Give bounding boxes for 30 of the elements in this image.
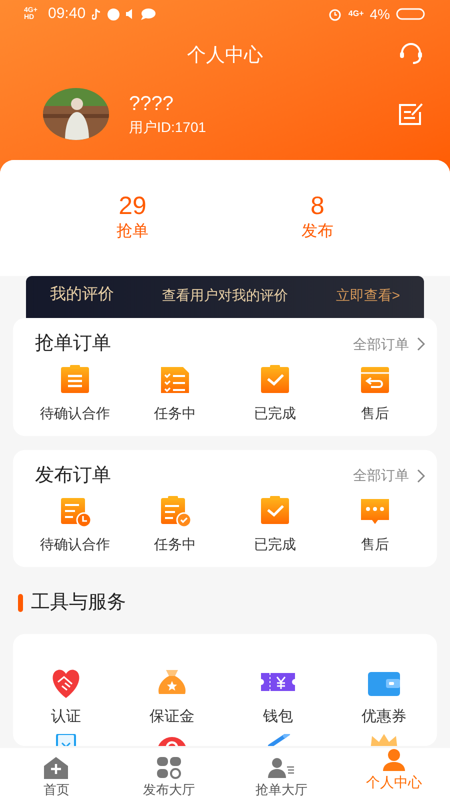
network-label: 4G+	[348, 8, 364, 20]
section-title: 抢单订单	[35, 332, 111, 356]
user-name: ????	[129, 92, 174, 116]
order-status-item[interactable]: 售后	[325, 494, 425, 555]
order-status-item[interactable]: 任务中	[125, 362, 225, 424]
status-time: 09:40	[48, 4, 86, 24]
tool-item[interactable]: 保证金	[119, 664, 225, 728]
banner-subtitle: 查看用户对我的评价	[162, 286, 288, 304]
banner-title: 我的评价	[50, 284, 114, 305]
section-title: 工具与服务	[31, 591, 126, 615]
tool-item[interactable]: 认证	[13, 664, 119, 728]
review-banner[interactable]: 我的评价 查看用户对我的评价 立即查看>	[26, 276, 424, 318]
tab[interactable]: 抢单大厅	[225, 748, 338, 800]
order-status-item[interactable]: 已完成	[225, 362, 325, 424]
all-orders-link[interactable]: 全部订单	[353, 465, 425, 486]
section-title: 发布订单	[35, 464, 111, 488]
view-now-link[interactable]: 立即查看>	[336, 284, 400, 306]
battery-percent: 4%	[370, 4, 390, 24]
tool-item[interactable]: 优惠券	[331, 664, 437, 728]
order-status-item[interactable]: 任务中	[125, 494, 225, 555]
all-orders-link[interactable]: 全部订单	[353, 334, 425, 355]
tab[interactable]: 发布大厅	[112, 748, 225, 800]
order-status-item[interactable]: 售后	[325, 362, 425, 424]
tool-item[interactable]: 钱包	[225, 664, 331, 728]
user-id: 用户ID:1701	[129, 118, 208, 136]
page-title: 个人中心	[187, 44, 263, 68]
order-status-item[interactable]: 已完成	[225, 494, 325, 555]
order-status-item[interactable]: 待确认合作	[25, 362, 125, 424]
order-status-item[interactable]: 待确认合作	[25, 494, 125, 555]
tab[interactable]: 首页	[0, 748, 112, 800]
